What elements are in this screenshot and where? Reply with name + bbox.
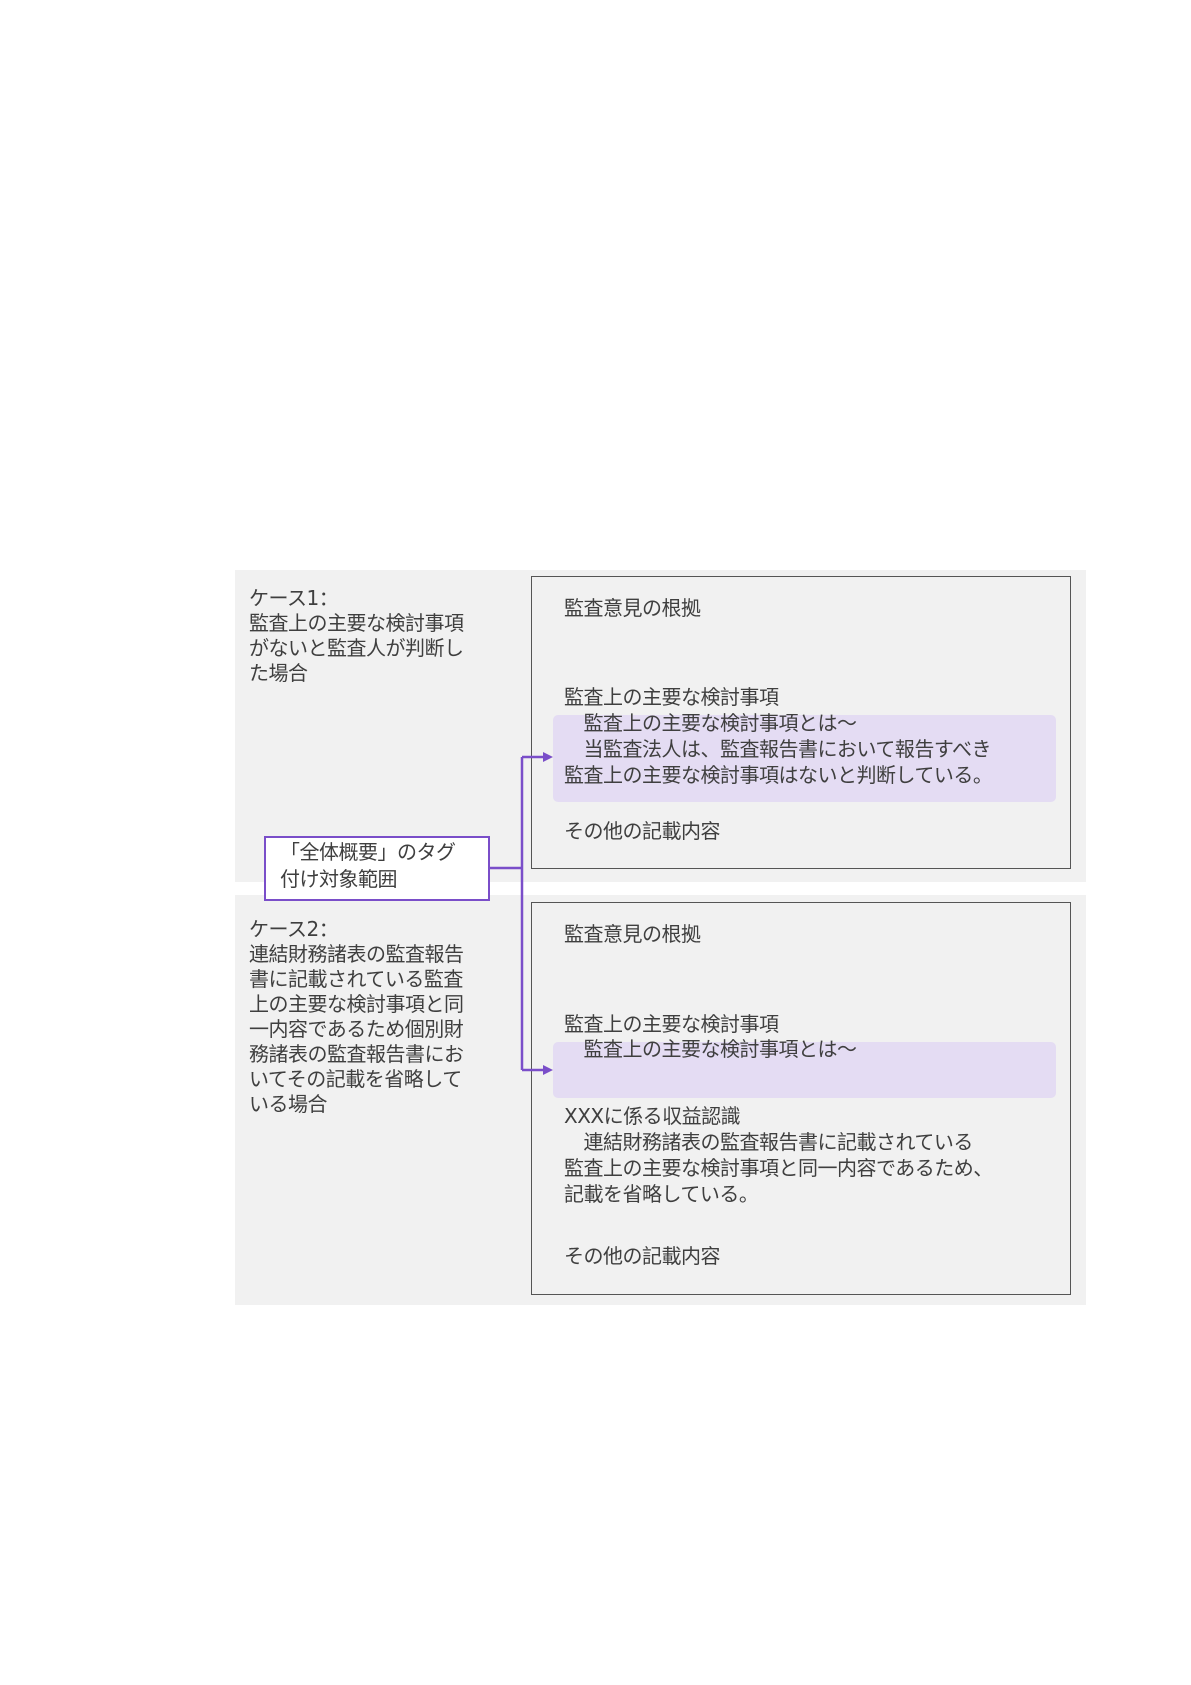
tag-connector-lines [490,752,553,1075]
tag-label-line: 付け対象範囲 [280,867,398,891]
tag-scope-label: 「全体概要」のタグ 付け対象範囲 [264,836,490,901]
tag-label-line: 「全体概要」のタグ [280,840,456,864]
arrow-head-case1 [543,752,553,762]
arrow-head-case2 [543,1065,553,1075]
